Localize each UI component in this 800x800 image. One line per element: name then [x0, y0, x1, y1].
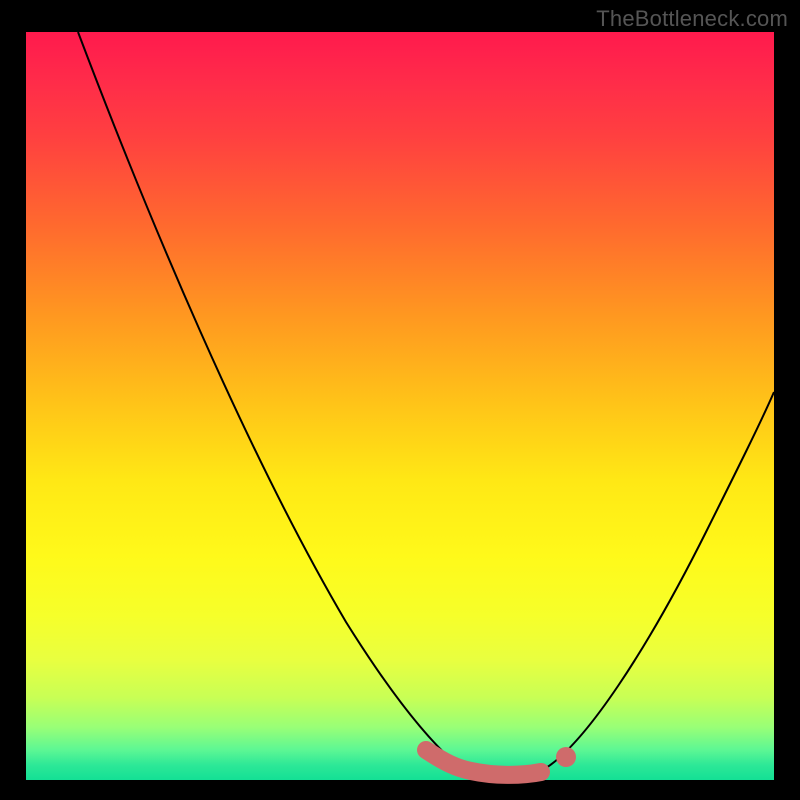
- plot-area: [26, 32, 774, 780]
- watermark-text: TheBottleneck.com: [596, 6, 788, 32]
- curve-layer: [26, 32, 774, 780]
- highlight-endpoint-dot: [556, 747, 576, 767]
- highlight-sweet-spot: [426, 750, 541, 775]
- chart-frame: TheBottleneck.com: [0, 0, 800, 800]
- curve-right-branch: [546, 392, 774, 768]
- curve-left-branch: [78, 32, 456, 764]
